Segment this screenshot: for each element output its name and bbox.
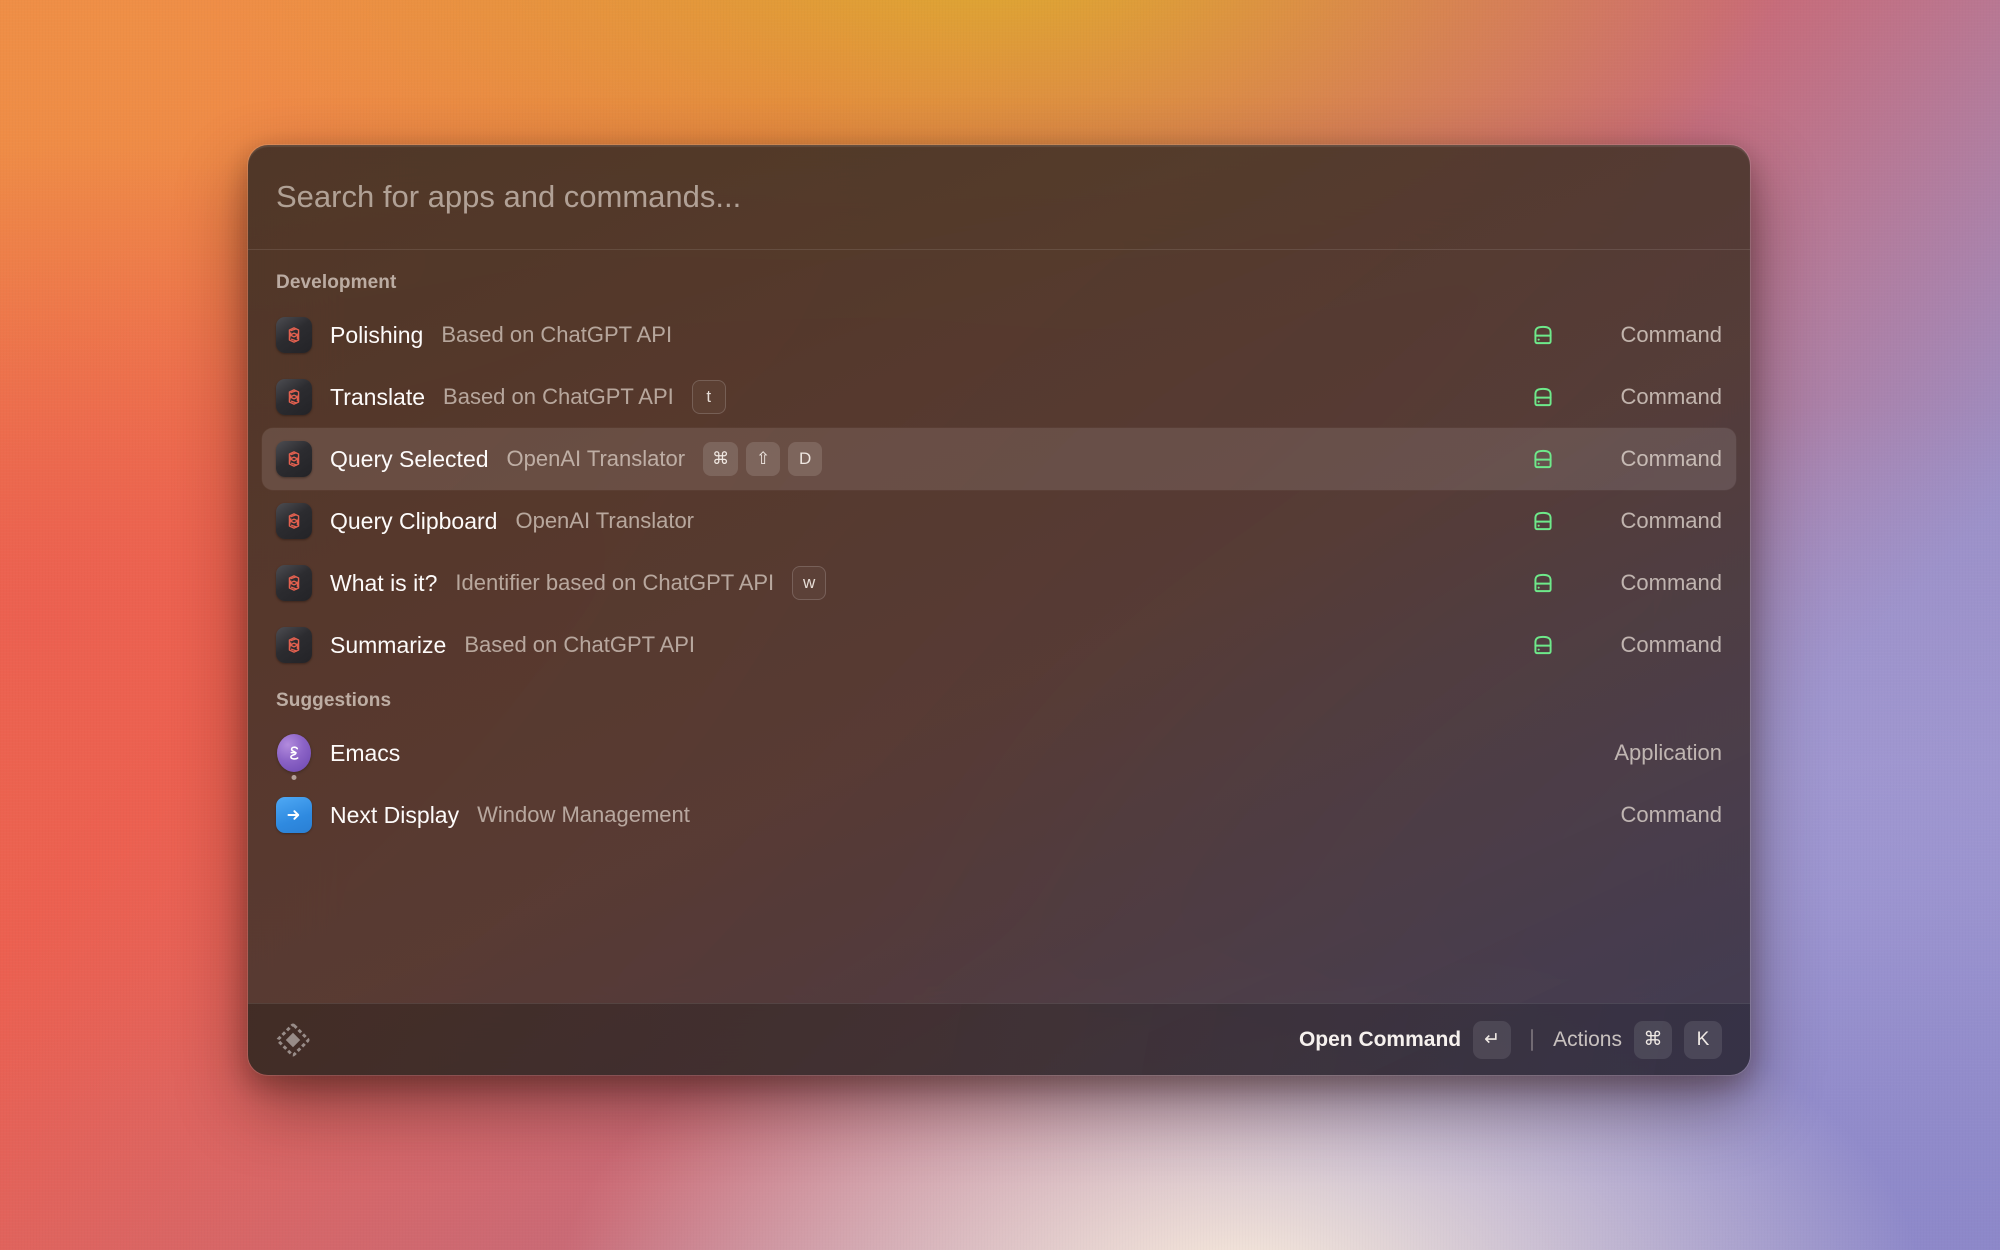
openai-glyph <box>283 386 305 408</box>
list-item[interactable]: Translate Based on ChatGPT API t Command <box>262 366 1736 428</box>
search-bar[interactable] <box>248 145 1750 250</box>
actions-menu[interactable]: Actions ⌘ K <box>1553 1021 1722 1059</box>
item-subtitle: Based on ChatGPT API <box>443 384 674 410</box>
item-title: Summarize <box>330 632 446 659</box>
command-disk-icon <box>1530 632 1556 658</box>
openai-glyph <box>283 510 305 532</box>
item-subtitle: Window Management <box>477 802 690 828</box>
item-subtitle: Based on ChatGPT API <box>441 322 672 348</box>
item-type: Command <box>1572 322 1722 348</box>
chatgpt-icon <box>276 627 312 663</box>
emacs-glyph <box>283 742 305 764</box>
chatgpt-icon <box>276 317 312 353</box>
chatgpt-icon <box>276 379 312 415</box>
raycast-launcher-window: Development Polishing Based on ChatGPT A… <box>248 145 1750 1075</box>
list-item[interactable]: Emacs Application <box>262 722 1736 784</box>
section-header-suggestions: Suggestions <box>262 676 1736 722</box>
chatgpt-icon <box>276 503 312 539</box>
command-key-badge: ⌘ <box>1634 1021 1672 1059</box>
list-item-selected[interactable]: Query Selected OpenAI Translator ⌘ ⇧ D C… <box>262 428 1736 490</box>
list-item[interactable]: Next Display Window Management Command <box>262 784 1736 846</box>
item-title: Polishing <box>330 322 423 349</box>
openai-glyph <box>283 572 305 594</box>
k-key-badge: K <box>1684 1021 1722 1059</box>
item-type: Command <box>1572 384 1722 410</box>
item-type: Command <box>1572 446 1722 472</box>
item-title: Query Clipboard <box>330 508 497 535</box>
app-running-indicator <box>292 775 297 780</box>
item-subtitle: Based on ChatGPT API <box>464 632 695 658</box>
item-title: Translate <box>330 384 425 411</box>
item-type: Command <box>1572 802 1722 828</box>
primary-action-label: Open Command <box>1299 1028 1461 1052</box>
command-disk-icon <box>1530 384 1556 410</box>
item-title: Next Display <box>330 802 459 829</box>
shortcut-group: ⌘ ⇧ D <box>703 442 822 476</box>
shortcut-group: w <box>792 566 826 600</box>
item-title: Query Selected <box>330 446 489 473</box>
footer-bar: Open Command ↵ Actions ⌘ K <box>248 1003 1750 1075</box>
item-type: Command <box>1572 632 1722 658</box>
item-subtitle: OpenAI Translator <box>515 508 694 534</box>
openai-glyph <box>283 324 305 346</box>
item-title: What is it? <box>330 570 437 597</box>
results-list[interactable]: Development Polishing Based on ChatGPT A… <box>248 250 1750 1003</box>
shortcut-group: t <box>692 380 726 414</box>
shortcut-key: t <box>692 380 726 414</box>
footer-divider <box>1531 1029 1533 1051</box>
item-title: Emacs <box>330 740 400 767</box>
raycast-logo <box>276 1023 310 1057</box>
shortcut-key-d: D <box>788 442 822 476</box>
item-subtitle: OpenAI Translator <box>507 446 686 472</box>
shortcut-key-shift: ⇧ <box>746 442 780 476</box>
primary-action[interactable]: Open Command ↵ <box>1299 1021 1511 1059</box>
item-type: Command <box>1572 570 1722 596</box>
command-disk-icon <box>1530 446 1556 472</box>
arrow-right-glyph <box>282 803 306 827</box>
chatgpt-icon <box>276 565 312 601</box>
command-disk-icon <box>1530 322 1556 348</box>
list-item[interactable]: Summarize Based on ChatGPT API Command <box>262 614 1736 676</box>
enter-key-badge: ↵ <box>1473 1021 1511 1059</box>
section-header-development: Development <box>262 258 1736 304</box>
list-item[interactable]: Query Clipboard OpenAI Translator Comman… <box>262 490 1736 552</box>
command-disk-icon <box>1530 508 1556 534</box>
openai-glyph <box>283 634 305 656</box>
item-subtitle: Identifier based on ChatGPT API <box>455 570 774 596</box>
search-input[interactable] <box>276 179 1722 215</box>
next-display-icon <box>276 797 312 833</box>
openai-glyph <box>283 448 305 470</box>
item-type: Command <box>1572 508 1722 534</box>
shortcut-key-command: ⌘ <box>703 442 738 476</box>
list-item[interactable]: Polishing Based on ChatGPT API Command <box>262 304 1736 366</box>
item-type: Application <box>1572 740 1722 766</box>
actions-label: Actions <box>1553 1028 1622 1052</box>
list-item[interactable]: What is it? Identifier based on ChatGPT … <box>262 552 1736 614</box>
chatgpt-icon <box>276 441 312 477</box>
shortcut-key: w <box>792 566 826 600</box>
emacs-icon <box>276 735 312 771</box>
command-disk-icon <box>1530 570 1556 596</box>
